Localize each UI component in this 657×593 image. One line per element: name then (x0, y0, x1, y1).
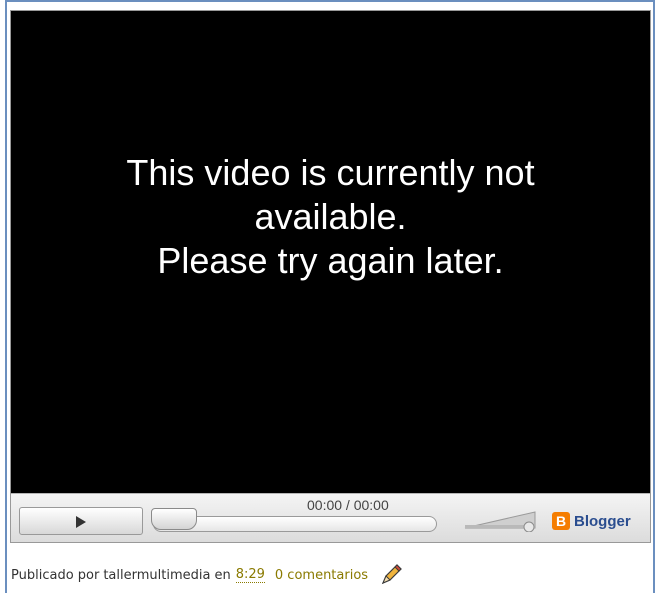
volume-icon (464, 511, 536, 532)
play-icon (76, 516, 86, 528)
blogger-badge[interactable]: B Blogger (552, 510, 631, 532)
comments-link[interactable]: 0 comentarios (275, 568, 368, 583)
in-label: en (214, 567, 231, 583)
pencil-icon[interactable] (378, 562, 404, 588)
blogger-logo-icon: B (552, 512, 570, 530)
video-screen[interactable]: This video is currently not available. P… (11, 11, 650, 493)
time-display: 00:00 / 00:00 (307, 497, 389, 513)
video-player: This video is currently not available. P… (10, 10, 651, 543)
volume-slider[interactable] (463, 508, 541, 532)
post-time-link[interactable]: 8:29 (235, 567, 265, 583)
post-footer: Publicado por tallermultimedia en 8:29 0… (11, 563, 404, 587)
scrub-handle[interactable] (151, 508, 197, 530)
play-button[interactable] (19, 507, 143, 535)
published-by-label: Publicado por (11, 567, 100, 583)
author-name: tallermultimedia (103, 567, 211, 583)
message-line-2: available. (254, 196, 407, 237)
message-line-3: Please try again later. (157, 240, 504, 281)
message-line-1: This video is currently not (126, 152, 535, 193)
blogger-label: Blogger (574, 512, 631, 530)
unavailable-message: This video is currently not available. P… (11, 151, 650, 283)
player-controls: 00:00 / 00:00 B Blogger (11, 493, 650, 542)
